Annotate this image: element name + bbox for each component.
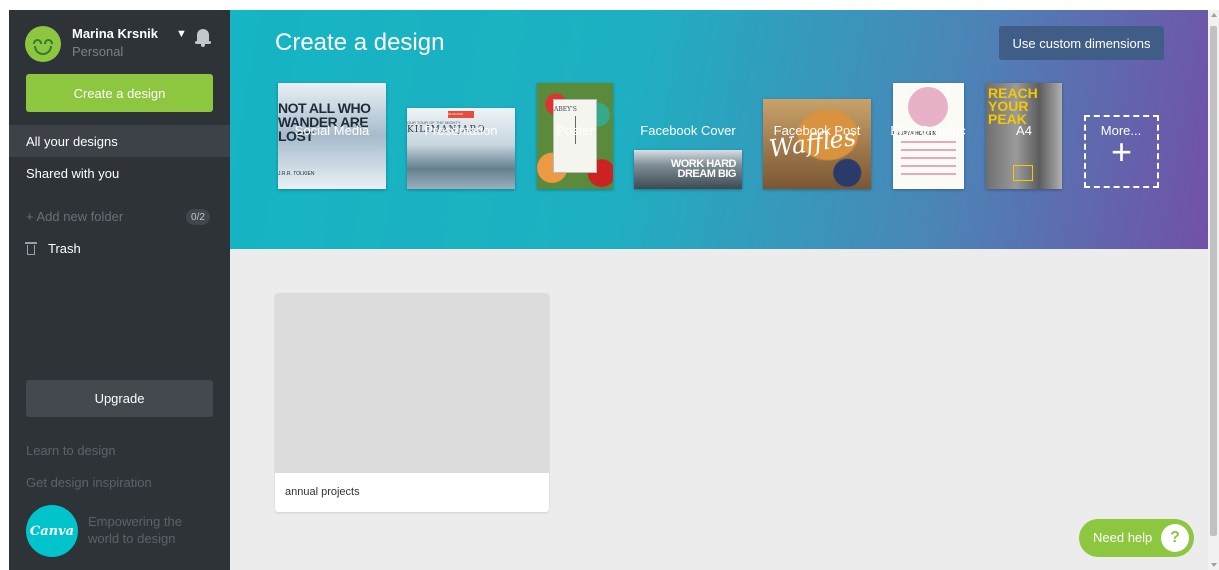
avatar[interactable] xyxy=(25,26,61,62)
caret-down-icon[interactable]: ▼ xyxy=(176,28,187,40)
scroll-up-icon[interactable] xyxy=(1211,13,1217,17)
plus-icon: + xyxy=(1110,130,1133,172)
design-card[interactable]: annual projects xyxy=(275,293,549,512)
design-name[interactable]: annual projects xyxy=(285,486,360,498)
template-label[interactable]: A4 xyxy=(1016,123,1032,138)
user-name[interactable]: Marina Krsnik xyxy=(72,26,158,41)
scrollbar[interactable] xyxy=(1208,10,1219,570)
template-label[interactable]: Poster xyxy=(556,123,594,138)
design-preview[interactable] xyxy=(275,293,549,473)
trash-icon xyxy=(25,242,37,255)
thumb-subtext: J.R.R. TOLKIEN xyxy=(278,171,315,177)
header-title: Create a design xyxy=(275,29,445,56)
learn-to-design-link[interactable]: Learn to design xyxy=(26,443,116,458)
template-label[interactable]: Facebook Post xyxy=(774,123,861,138)
design-inspiration-link[interactable]: Get design inspiration xyxy=(26,475,152,490)
template-label[interactable]: Facebook Cover xyxy=(640,123,735,138)
sidebar: Marina Krsnik Personal ▼ Create a design… xyxy=(9,10,243,570)
template-label[interactable]: Presentation xyxy=(425,123,498,138)
scroll-thumb[interactable] xyxy=(1210,26,1217,536)
template-facebook-post[interactable]: Waffles xyxy=(763,99,871,189)
thumb-text: ABEY'S xyxy=(554,106,577,113)
trash-label: Trash xyxy=(48,241,81,256)
canva-logo[interactable]: Canva xyxy=(26,505,78,557)
question-icon: ? xyxy=(1161,524,1189,552)
nav-all-designs[interactable]: All your designs xyxy=(9,125,243,157)
thumb-tag: 05.06.2018 xyxy=(448,111,474,118)
user-plan: Personal xyxy=(72,44,124,59)
create-design-header: Create a design Use custom dimensions NO… xyxy=(230,10,1208,249)
template-label[interactable]: More... xyxy=(1101,123,1141,138)
thumb-text: WORK HARD DREAM BIG xyxy=(670,158,737,180)
template-presentation[interactable]: 05.06.2018 OUR TOUR OF THE MIGHTY KILIMA… xyxy=(407,108,515,189)
user-menu[interactable]: Marina Krsnik Personal ▼ xyxy=(25,24,215,64)
template-label[interactable]: Social Media xyxy=(295,123,369,138)
template-facebook-cover[interactable]: WORK HARD DREAM BIG xyxy=(634,150,742,189)
scroll-down-icon[interactable] xyxy=(1211,563,1217,567)
nav-shared-with-you[interactable]: Shared with you xyxy=(9,157,230,189)
trash-link[interactable]: Trash xyxy=(25,241,81,256)
tagline: Empowering the world to design xyxy=(88,514,182,546)
help-label: Need help xyxy=(1093,530,1153,545)
bell-icon[interactable] xyxy=(195,29,211,47)
add-folder-link[interactable]: + Add new folder xyxy=(26,209,123,224)
designs-area: annual projects xyxy=(230,249,1208,570)
folder-count-badge: 0/2 xyxy=(186,209,210,225)
custom-dimensions-button[interactable]: Use custom dimensions xyxy=(999,26,1164,60)
template-label[interactable]: Blog Graphic xyxy=(890,123,965,138)
thumb-text: REACH YOUR PEAK xyxy=(988,85,1038,127)
upgrade-button[interactable]: Upgrade xyxy=(26,380,213,417)
create-design-button[interactable]: Create a design xyxy=(26,74,213,112)
need-help-button[interactable]: Need help ? xyxy=(1079,519,1194,557)
